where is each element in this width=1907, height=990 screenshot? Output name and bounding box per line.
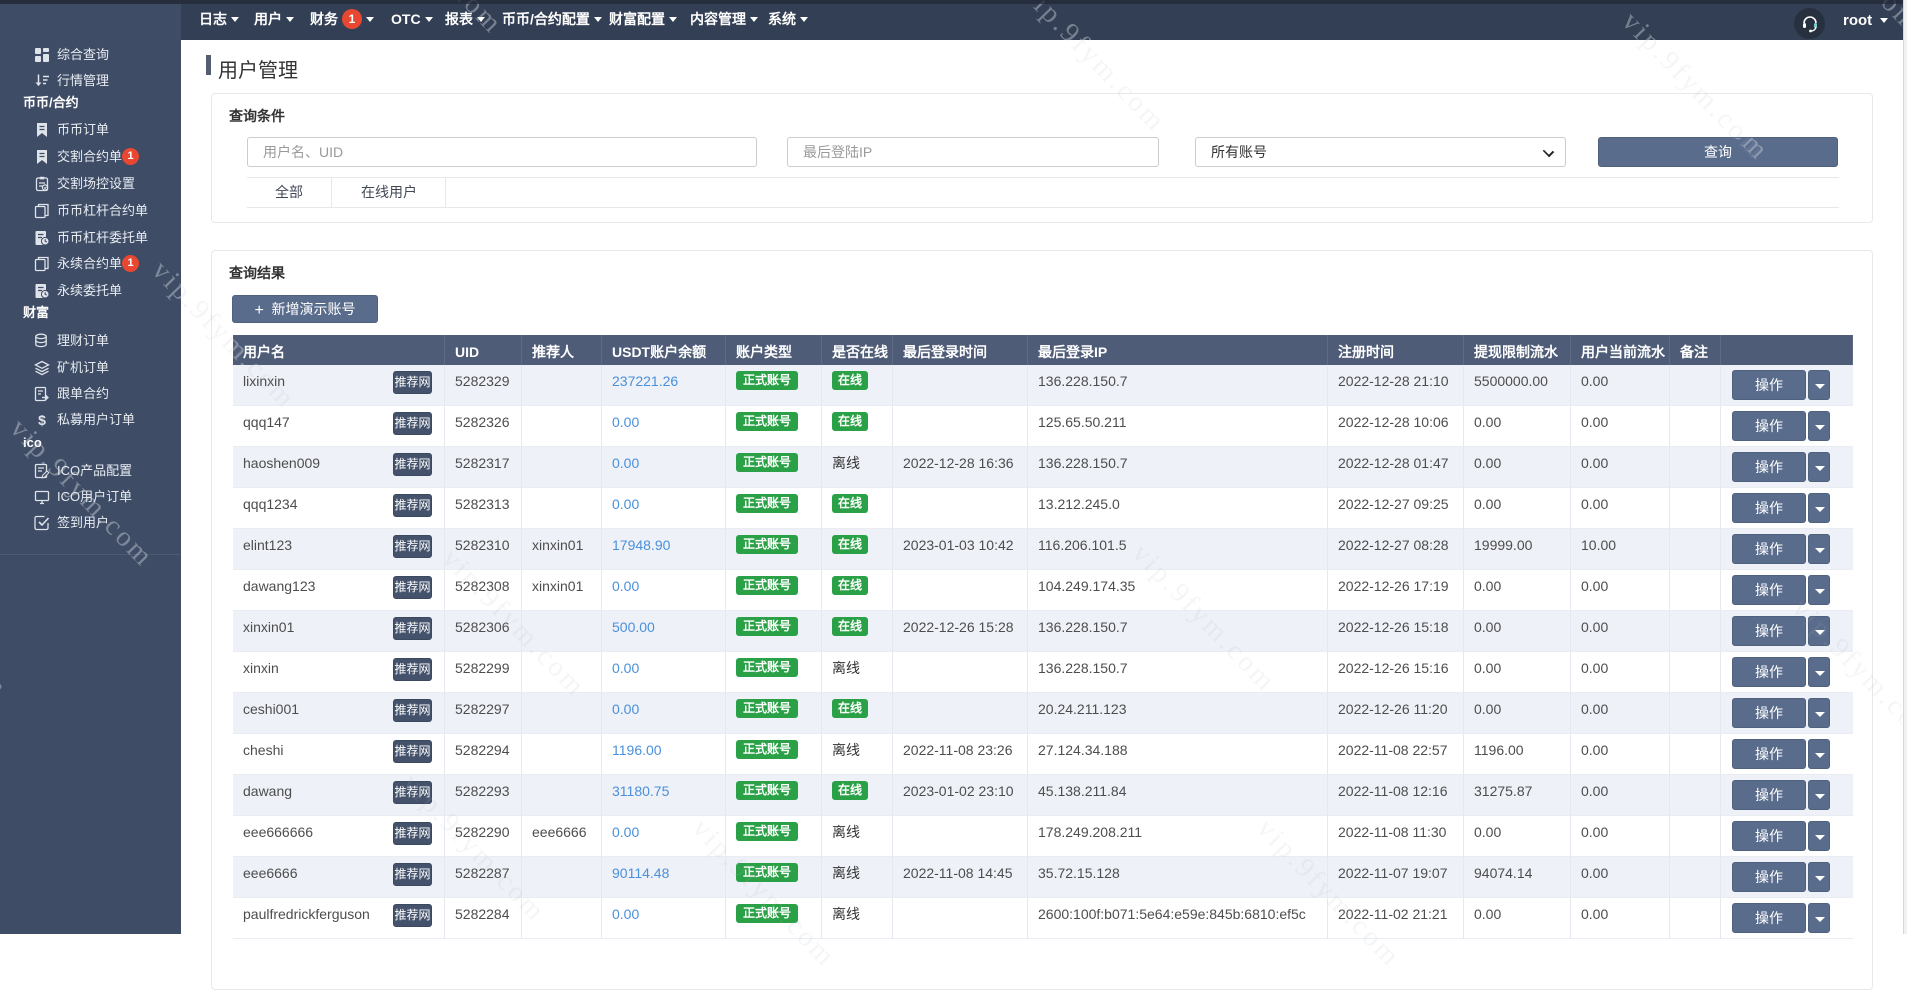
svg-text:$: $ [38, 412, 46, 428]
